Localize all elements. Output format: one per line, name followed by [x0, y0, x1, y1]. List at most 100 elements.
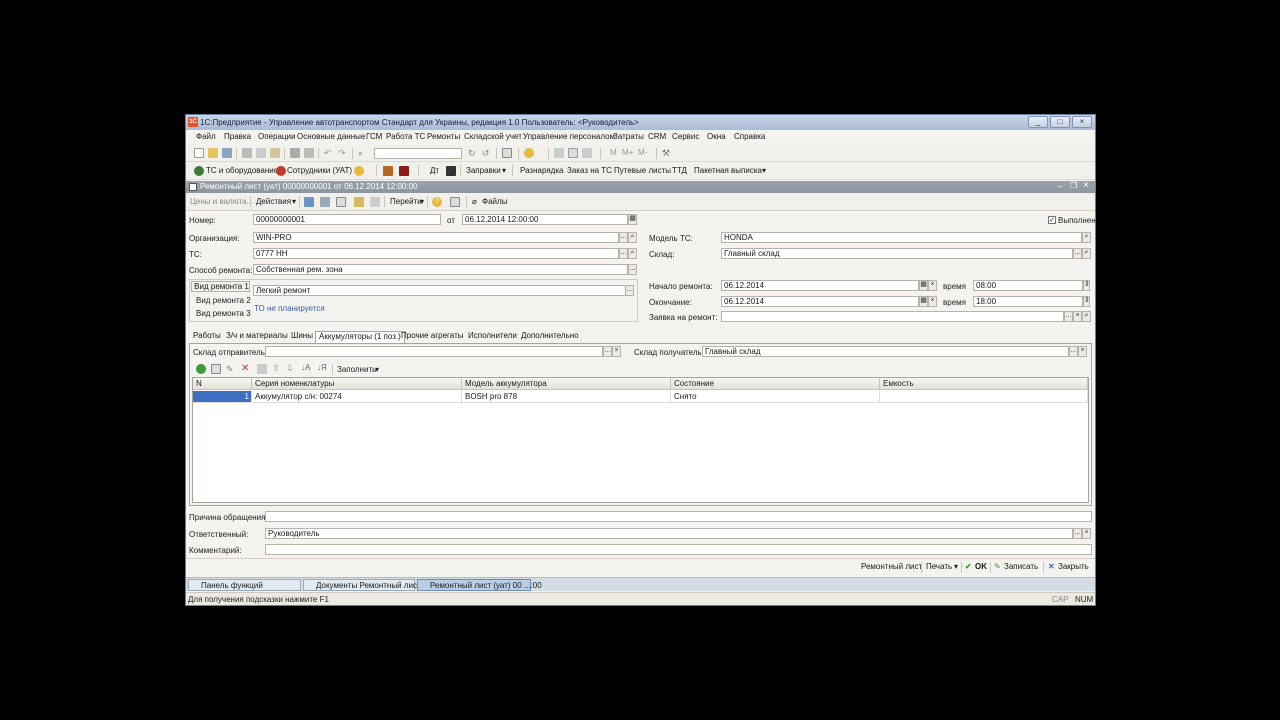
menu-gsm[interactable]: ГСМ	[366, 132, 382, 141]
close-button[interactable]: Закрыть	[1058, 562, 1089, 571]
menu-file[interactable]: Файл	[196, 132, 216, 141]
move-down-icon[interactable]: ⇩	[286, 363, 296, 373]
receiver-field[interactable]: Главный склад	[702, 346, 1069, 357]
tab-works[interactable]: Работы	[190, 331, 224, 343]
tools-icon[interactable]: ⚒	[662, 148, 672, 158]
warehouse-select-button[interactable]: …	[1073, 248, 1082, 259]
table-row-1-series[interactable]: Аккумулятор с/н: 00274	[252, 391, 462, 403]
add-row-icon[interactable]	[196, 364, 206, 374]
start-date-field[interactable]: 06.12.2014	[721, 280, 919, 291]
end-date-clear-button[interactable]: ×	[928, 296, 937, 307]
menu-personnel[interactable]: Управление персоналом	[523, 132, 615, 141]
receiver-select-button[interactable]: …	[1069, 346, 1078, 357]
col-header-state[interactable]: Состояние	[671, 378, 880, 390]
menu-help[interactable]: Справка	[734, 132, 765, 141]
repair-type2-button[interactable]: Вид ремонта 2	[196, 296, 251, 305]
save-icon[interactable]	[222, 148, 232, 158]
doc-close-icon[interactable]: ×	[1083, 180, 1089, 191]
goto-dropdown-icon[interactable]: ▾	[420, 197, 424, 206]
repair-sheet-button[interactable]: Ремонтный лист	[861, 562, 922, 571]
tab-executors[interactable]: Исполнители	[465, 331, 520, 343]
sender-select-button[interactable]: …	[603, 346, 612, 357]
warehouse-search-icon[interactable]: ⌕	[1082, 248, 1091, 259]
ts-field[interactable]: 0777 НН	[253, 248, 619, 259]
tab-tires[interactable]: Шины	[288, 331, 316, 343]
maximize-button[interactable]: □	[1050, 116, 1070, 128]
move-up-icon[interactable]: ⇧	[272, 363, 282, 373]
menu-service[interactable]: Сервис	[672, 132, 699, 141]
new-icon[interactable]	[194, 148, 204, 158]
print-button[interactable]: Печать	[926, 562, 952, 571]
toolbar-search-input[interactable]	[374, 148, 462, 159]
tab-parts[interactable]: З/ч и материалы	[223, 331, 291, 343]
ts-search-icon[interactable]: ⌕	[628, 248, 637, 259]
paste-icon[interactable]	[270, 148, 280, 158]
goto-button[interactable]: Перейти	[390, 197, 422, 206]
find-icon[interactable]: ⌕	[358, 148, 368, 158]
to-link[interactable]: ТО не планируется	[254, 304, 325, 313]
repair-type1-select-button[interactable]: …	[625, 285, 634, 296]
menu-operations[interactable]: Операции	[258, 132, 295, 141]
menu-ts-work[interactable]: Работа ТС	[386, 132, 425, 141]
request-select-button[interactable]: …	[1064, 311, 1073, 322]
menu-warehouse[interactable]: Складской учет	[464, 132, 522, 141]
col-header-n[interactable]: N	[193, 378, 252, 390]
menu-repairs[interactable]: Ремонты	[427, 132, 460, 141]
repair-type3-button[interactable]: Вид ремонта 3	[196, 309, 251, 318]
info-icon[interactable]	[524, 148, 534, 158]
search-forward-icon[interactable]: ↻	[468, 148, 478, 158]
receiver-clear-button[interactable]: ×	[1078, 346, 1087, 357]
menu-edit[interactable]: Правка	[224, 132, 251, 141]
files-button[interactable]: Файлы	[482, 197, 507, 206]
start-date-clear-button[interactable]: ×	[928, 280, 937, 291]
request-clear-button[interactable]: ×	[1073, 311, 1082, 322]
ts-equipment-button[interactable]: ТС и оборудование	[206, 166, 278, 175]
book-icon[interactable]	[399, 166, 409, 176]
end-time-field[interactable]: 18:00	[973, 296, 1083, 307]
sort-asc-icon[interactable]: ↓A	[301, 363, 311, 373]
model-field[interactable]: HONDA	[721, 232, 1082, 243]
open-icon[interactable]	[208, 148, 218, 158]
number-field[interactable]: 00000000001	[253, 214, 441, 225]
garage-icon[interactable]	[383, 166, 393, 176]
task-functions-panel[interactable]: Панель функций	[188, 579, 301, 591]
fuel-dropdown-icon[interactable]: ▾	[502, 166, 506, 175]
task-repair-docs[interactable]: Документы Ремонтный лист	[303, 579, 421, 591]
responsible-select-button[interactable]: …	[1073, 528, 1082, 539]
edit-doc-icon[interactable]	[354, 197, 364, 207]
redo-icon[interactable]: ↷	[338, 148, 348, 158]
copy-row-icon[interactable]	[211, 364, 221, 374]
prices-button[interactable]: Цены и валюта...	[190, 197, 253, 206]
memory-mplus-icon[interactable]: M+	[622, 148, 633, 157]
method-select-button[interactable]: …	[628, 264, 637, 275]
batch-button[interactable]: Пакетная выписка	[694, 166, 762, 175]
help-icon[interactable]: ?	[432, 197, 442, 207]
copy-doc-icon[interactable]	[336, 197, 346, 207]
org-search-icon[interactable]: ⌕	[628, 232, 637, 243]
sender-clear-button[interactable]: ×	[612, 346, 621, 357]
undo-icon[interactable]: ↶	[324, 148, 334, 158]
post-icon[interactable]	[320, 197, 330, 207]
ok-button[interactable]: OK	[975, 562, 987, 571]
doc-restore-icon[interactable]: ❐	[1070, 181, 1077, 190]
hierarchy-icon[interactable]	[582, 148, 592, 158]
menu-crm[interactable]: CRM	[648, 132, 666, 141]
method-field[interactable]: Собственная рем. зона	[253, 264, 628, 275]
col-header-series[interactable]: Серия номенклатуры	[252, 378, 462, 390]
fill-button[interactable]: Заполнить	[337, 365, 376, 374]
sort-desc-icon[interactable]: ↓Я	[317, 363, 327, 373]
menu-windows[interactable]: Окна	[707, 132, 726, 141]
ts-select-button[interactable]: …	[619, 248, 628, 259]
end-time-spin[interactable]: ⇕	[1083, 296, 1090, 307]
calendar-icon[interactable]	[568, 148, 578, 158]
actions-button[interactable]: Действия	[256, 197, 291, 206]
model-search-icon[interactable]: ⌕	[1082, 232, 1091, 243]
minimize-button[interactable]: _	[1028, 116, 1048, 128]
reason-field[interactable]	[265, 511, 1092, 522]
fill-dropdown-icon[interactable]: ▾	[375, 365, 379, 374]
org-field[interactable]: WIN-PRO	[253, 232, 619, 243]
table-row-1-n[interactable]: 1	[193, 391, 252, 403]
end-edit-icon[interactable]	[257, 364, 267, 374]
start-date-calendar-button[interactable]: ▦	[919, 280, 928, 291]
end-date-field[interactable]: 06.12.2014	[721, 296, 919, 307]
